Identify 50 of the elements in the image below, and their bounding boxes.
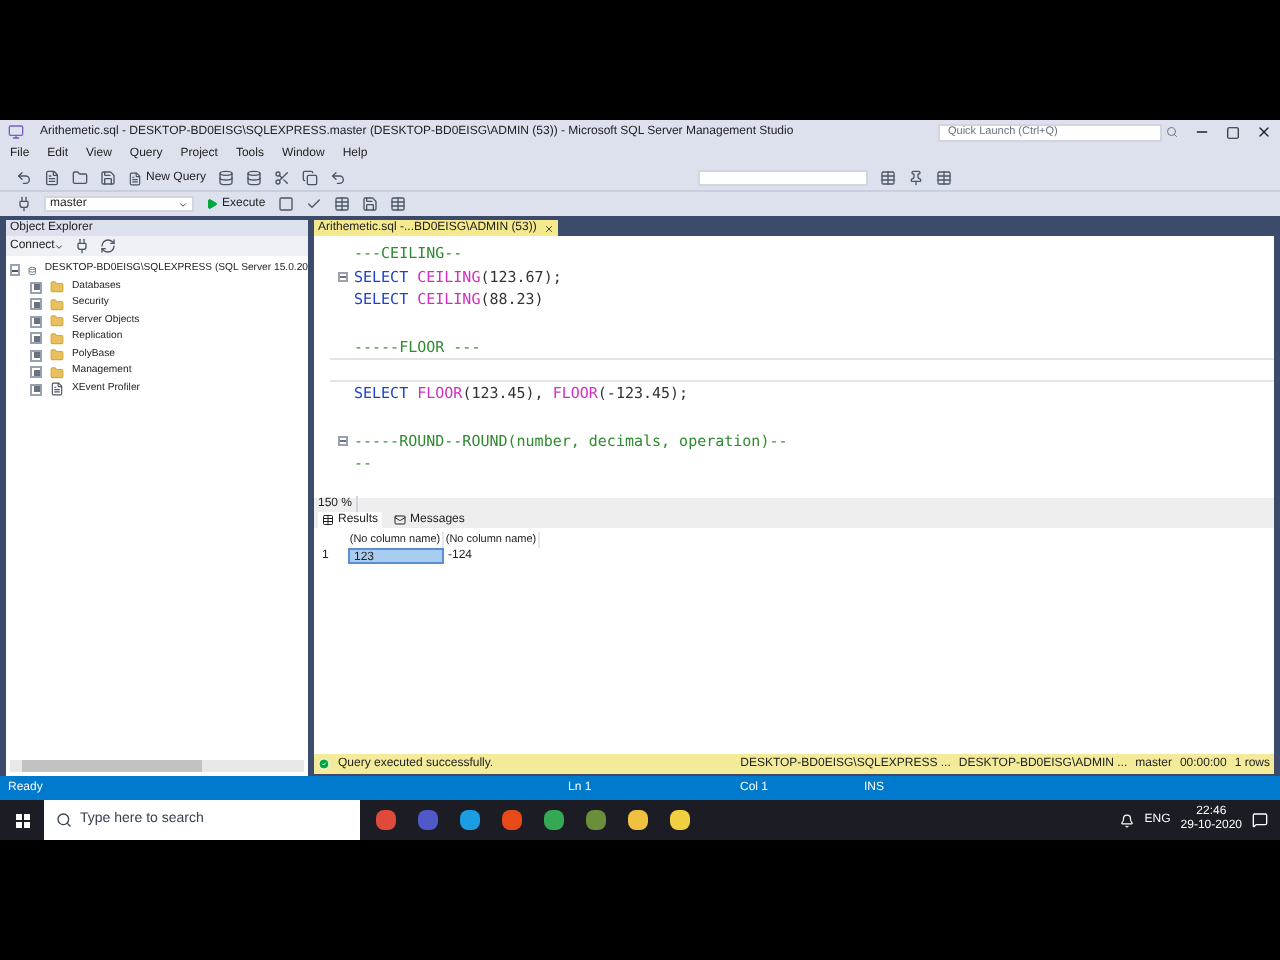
- cut-icon[interactable]: [274, 170, 291, 186]
- grid-icon[interactable]: [333, 196, 350, 212]
- check-icon[interactable]: [305, 196, 322, 212]
- document-icon: [128, 171, 142, 185]
- taskbar-app-icon[interactable]: [586, 810, 606, 830]
- close-icon[interactable]: [1256, 124, 1272, 140]
- envelope-icon: [394, 514, 407, 526]
- caret-icon: [54, 241, 65, 251]
- table-icon[interactable]: [880, 170, 896, 186]
- maximize-icon[interactable]: [1226, 125, 1240, 139]
- expander-icon[interactable]: [30, 298, 42, 311]
- plug-icon[interactable]: [16, 196, 32, 212]
- search-icon[interactable]: [56, 812, 72, 828]
- taskbar-app-icon[interactable]: [670, 810, 690, 830]
- play-icon: [206, 198, 218, 210]
- expander-icon[interactable]: [30, 281, 42, 294]
- caret-icon: [178, 199, 188, 209]
- expander-icon[interactable]: [10, 264, 20, 277]
- refresh-icon[interactable]: [100, 238, 117, 254]
- dropdown-field[interactable]: [698, 170, 868, 186]
- action-center-icon[interactable]: [1252, 812, 1268, 828]
- expander-icon[interactable]: [30, 332, 42, 345]
- taskbar-app-icon[interactable]: [544, 810, 564, 830]
- database-icon[interactable]: [218, 170, 235, 186]
- save-icon[interactable]: [100, 170, 116, 186]
- undo-icon[interactable]: [16, 170, 32, 186]
- undo-icon[interactable]: [330, 170, 347, 186]
- database-icon: [28, 263, 37, 278]
- document-icon: [50, 382, 64, 397]
- scrollbar[interactable]: [10, 760, 304, 772]
- taskbar-app-icon[interactable]: [460, 810, 480, 830]
- fold-icon[interactable]: [337, 435, 347, 446]
- expander-icon[interactable]: [30, 383, 42, 396]
- grid-icon[interactable]: [389, 196, 406, 212]
- copy-icon[interactable]: [302, 170, 319, 186]
- app-icon: [8, 124, 24, 140]
- fold-icon[interactable]: [337, 272, 347, 283]
- stop-icon[interactable]: [277, 196, 294, 212]
- success-icon: [318, 758, 330, 770]
- taskbar-app-icon[interactable]: [628, 810, 648, 830]
- plug-icon[interactable]: [74, 238, 91, 254]
- folder-icon[interactable]: [72, 170, 88, 186]
- grid-icon: [322, 514, 334, 526]
- database-icon[interactable]: [246, 170, 263, 186]
- expander-icon[interactable]: [30, 315, 42, 328]
- expander-icon[interactable]: [30, 349, 42, 362]
- save-icon[interactable]: [361, 196, 378, 212]
- expander-icon[interactable]: [30, 366, 42, 379]
- file-icon[interactable]: [44, 170, 60, 186]
- notification-icon[interactable]: [1120, 813, 1135, 827]
